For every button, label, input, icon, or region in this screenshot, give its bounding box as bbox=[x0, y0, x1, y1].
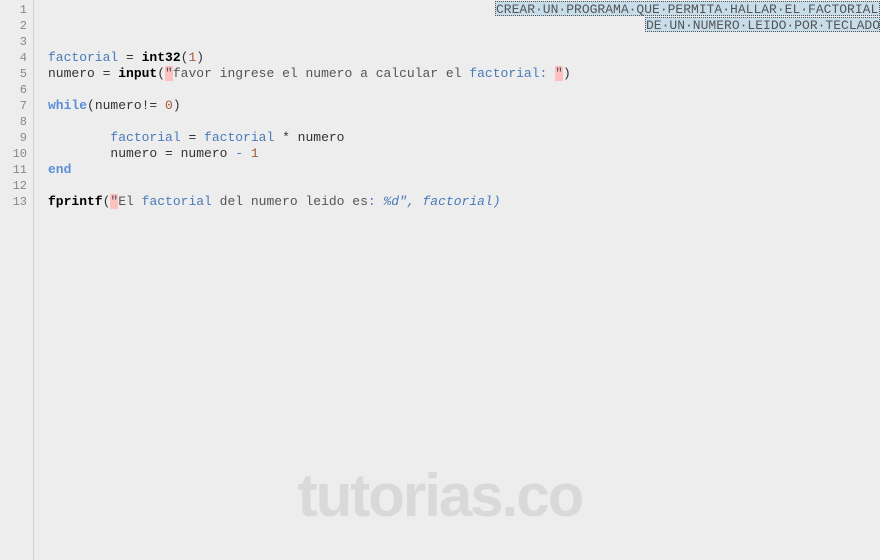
line-number: 7 bbox=[0, 98, 33, 114]
code-line: while(numero!= 0) bbox=[48, 98, 880, 114]
code-line bbox=[48, 34, 880, 50]
selection-highlight: DE·UN·NUMERO·LEIDO·POR·TECLADO bbox=[645, 17, 880, 32]
code-line: factorial = factorial * numero bbox=[48, 130, 880, 146]
comment-text: CREAR·UN·PROGRAMA·QUE·PERMITA·HALLAR·EL·… bbox=[496, 2, 878, 17]
line-number: 11 bbox=[0, 162, 33, 178]
comment-text: DE·UN·NUMERO·LEIDO·POR·TECLADO bbox=[646, 18, 880, 33]
line-number: 4 bbox=[0, 50, 33, 66]
selection-highlight: CREAR·UN·PROGRAMA·QUE·PERMITA·HALLAR·EL·… bbox=[495, 1, 880, 16]
code-line: fprintf("El factorial del numero leido e… bbox=[48, 194, 880, 210]
line-number: 5 bbox=[0, 66, 33, 82]
code-line: numero = input("favor ingrese el numero … bbox=[48, 66, 880, 82]
line-number: 13 bbox=[0, 194, 33, 210]
line-number-gutter: 1 2 3 4 5 6 7 8 9 10 11 12 13 bbox=[0, 0, 34, 560]
code-line bbox=[48, 114, 880, 130]
line-number: 12 bbox=[0, 178, 33, 194]
line-number: 10 bbox=[0, 146, 33, 162]
code-line bbox=[48, 82, 880, 98]
line-number: 3 bbox=[0, 34, 33, 50]
line-number: 2 bbox=[0, 18, 33, 34]
watermark-text: tutorias.co bbox=[298, 461, 583, 530]
line-number: 8 bbox=[0, 114, 33, 130]
line-number: 9 bbox=[0, 130, 33, 146]
line-number: 1 bbox=[0, 2, 33, 18]
code-line: factorial = int32(1) bbox=[48, 50, 880, 66]
code-line: end bbox=[48, 162, 880, 178]
code-line bbox=[48, 178, 880, 194]
line-number: 6 bbox=[0, 82, 33, 98]
code-line: numero = numero - 1 bbox=[48, 146, 880, 162]
